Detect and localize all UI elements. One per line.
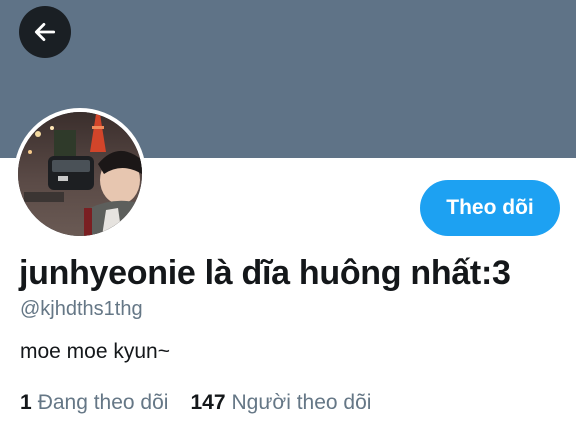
follow-button[interactable]: Theo dõi	[420, 180, 560, 236]
display-name: junhyeonie là dĩa huông nhất:3	[19, 254, 511, 292]
following-link[interactable]: 1 Đang theo dõi	[20, 391, 168, 415]
arrow-left-icon	[34, 23, 56, 41]
profile-bio: moe moe kyun~	[20, 340, 170, 363]
followers-link[interactable]: 147 Người theo dõi	[190, 391, 371, 415]
avatar-photo	[18, 112, 142, 236]
username-handle: @kjhdths1thg	[20, 298, 143, 320]
avatar[interactable]	[14, 108, 146, 240]
followers-count: 147	[190, 391, 226, 414]
followers-label: Người theo dõi	[231, 391, 372, 414]
back-button[interactable]	[19, 6, 71, 58]
follow-stats: 1 Đang theo dõi 147 Người theo dõi	[20, 391, 371, 415]
following-count: 1	[20, 391, 32, 414]
following-label: Đang theo dõi	[37, 391, 169, 414]
